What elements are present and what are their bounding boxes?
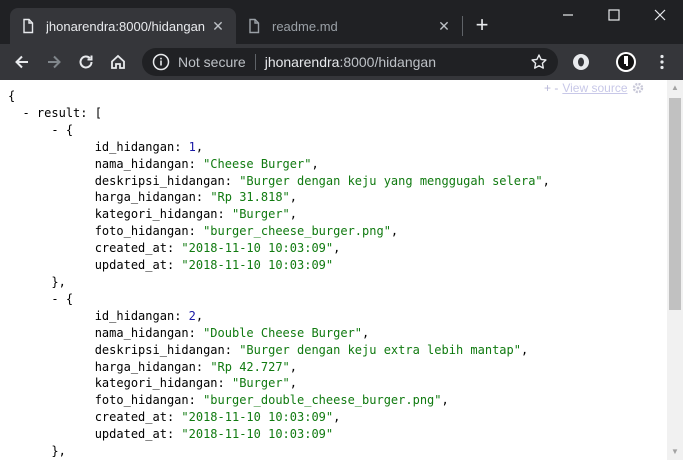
browser-toolbar: Not secure jhonarendra:8000/hidangan — [0, 44, 683, 80]
info-icon[interactable] — [152, 53, 170, 71]
maximize-icon[interactable] — [591, 0, 637, 30]
json-brace: { — [8, 89, 16, 103]
url-text[interactable]: jhonarendra:8000/hidangan — [265, 54, 530, 70]
page-icon — [23, 18, 34, 34]
json-value: 1 — [188, 139, 196, 154]
json-value: "Burger" — [231, 207, 290, 222]
profile-icon[interactable] — [614, 50, 638, 74]
json-value: "burger_double_cheese_burger.png" — [203, 393, 442, 408]
collapse-toggle[interactable]: - — [51, 123, 58, 137]
page-icon — [249, 18, 260, 34]
json-value: 2 — [188, 308, 196, 323]
tab-title: jhonarendra:8000/hidangan — [46, 18, 206, 34]
star-icon[interactable] — [530, 53, 548, 71]
forward-arrow-icon[interactable] — [40, 48, 68, 76]
json-value: "Rp 31.818" — [210, 190, 290, 205]
json-viewer-controls: + - View source — [544, 80, 644, 96]
close-icon[interactable]: ✕ — [210, 18, 226, 34]
collapse-toggle[interactable]: - — [51, 292, 58, 306]
extension-icon[interactable] — [569, 50, 593, 74]
json-value: "Burger dengan keju extra lebih mantap" — [239, 342, 521, 357]
url-path: :8000/hidangan — [339, 54, 436, 70]
collapse-toggle[interactable]: - — [22, 106, 29, 120]
omnibox-divider — [254, 54, 256, 70]
tab-strip: jhonarendra:8000/hidangan ✕ readme.md ✕ … — [0, 0, 683, 44]
plus-icon[interactable]: + — [470, 14, 494, 38]
page-content: + - View source { - result: [ - { id_hid… — [0, 80, 683, 460]
json-value: "Rp 42.727" — [210, 359, 290, 374]
json-value: "2018-11-10 10:03:09" — [181, 427, 334, 442]
tab-title: readme.md — [272, 18, 338, 34]
window-close-icon[interactable] — [637, 0, 683, 30]
back-arrow-icon[interactable] — [8, 48, 36, 76]
json-value: "Burger" — [231, 376, 290, 391]
json-key: result — [36, 105, 81, 120]
menu-dots-icon[interactable] — [650, 50, 674, 74]
close-icon[interactable]: ✕ — [436, 18, 452, 34]
security-label[interactable]: Not secure — [178, 54, 246, 70]
scrollbar-thumb[interactable] — [669, 98, 681, 310]
tab-hidangan[interactable]: jhonarendra:8000/hidangan ✕ — [10, 8, 236, 44]
reload-icon[interactable] — [72, 48, 100, 76]
scroll-up-arrow[interactable]: ▲ — [667, 80, 683, 96]
gear-icon[interactable] — [632, 82, 644, 94]
view-source-link[interactable]: View source — [562, 81, 627, 95]
json-value: "2018-11-10 10:03:09" — [181, 241, 334, 256]
scroll-down-arrow[interactable]: ▼ — [667, 444, 683, 460]
json-value: "burger_cheese_burger.png" — [203, 224, 391, 239]
tab-separator — [462, 16, 463, 36]
address-bar[interactable]: Not secure jhonarendra:8000/hidangan — [142, 48, 558, 76]
minimize-icon[interactable] — [545, 0, 591, 30]
json-value: "2018-11-10 10:03:09" — [181, 410, 334, 425]
vertical-scrollbar[interactable]: ▲ ▼ — [667, 80, 683, 460]
tab-readme[interactable]: readme.md ✕ — [236, 8, 462, 44]
json-document: { - result: [ - { id_hidangan: 1, nama_h… — [8, 89, 550, 459]
json-value: "2018-11-10 10:03:09" — [181, 258, 334, 273]
url-host: jhonarendra — [264, 54, 340, 70]
home-icon[interactable] — [104, 48, 132, 76]
json-value: "Cheese Burger" — [203, 156, 312, 171]
json-value: "Burger dengan keju yang menggugah seler… — [239, 173, 543, 188]
json-value: "Double Cheese Burger" — [203, 325, 363, 340]
